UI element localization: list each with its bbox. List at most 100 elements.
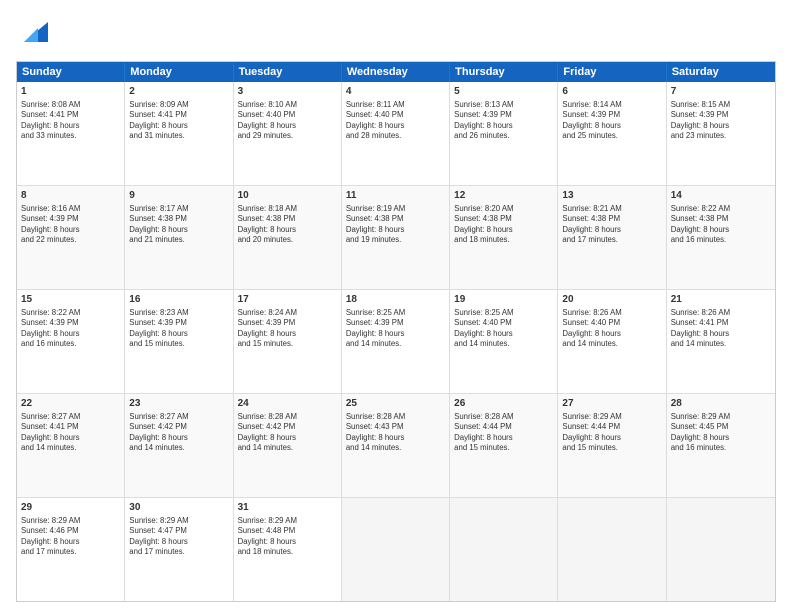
- day-info: and 15 minutes.: [238, 339, 293, 348]
- day-number: 30: [129, 501, 228, 515]
- day-info: and 33 minutes.: [21, 131, 76, 140]
- calendar: SundayMondayTuesdayWednesdayThursdayFrid…: [16, 61, 776, 602]
- calendar-cell: 16Sunrise: 8:23 AMSunset: 4:39 PMDayligh…: [125, 290, 233, 393]
- day-info: and 20 minutes.: [238, 235, 293, 244]
- day-info: Sunset: 4:40 PM: [454, 318, 512, 327]
- day-info: Daylight: 8 hours: [129, 537, 188, 546]
- day-info: Daylight: 8 hours: [562, 121, 621, 130]
- calendar-cell: 18Sunrise: 8:25 AMSunset: 4:39 PMDayligh…: [342, 290, 450, 393]
- calendar-cell: [450, 498, 558, 601]
- header: [16, 16, 776, 51]
- logo-icon: [20, 18, 48, 51]
- day-info: Sunrise: 8:21 AM: [562, 204, 621, 213]
- day-info: Daylight: 8 hours: [21, 537, 80, 546]
- day-info: Daylight: 8 hours: [562, 329, 621, 338]
- day-info: Daylight: 8 hours: [562, 225, 621, 234]
- day-info: Sunset: 4:44 PM: [562, 422, 620, 431]
- day-info: Sunset: 4:39 PM: [21, 318, 79, 327]
- day-info: Sunrise: 8:26 AM: [562, 308, 621, 317]
- day-info: Sunrise: 8:14 AM: [562, 100, 621, 109]
- day-info: Sunset: 4:41 PM: [671, 318, 729, 327]
- day-info: Daylight: 8 hours: [129, 329, 188, 338]
- calendar-cell: 28Sunrise: 8:29 AMSunset: 4:45 PMDayligh…: [667, 394, 775, 497]
- day-info: Daylight: 8 hours: [238, 537, 297, 546]
- day-info: Sunrise: 8:26 AM: [671, 308, 730, 317]
- day-info: Daylight: 8 hours: [21, 225, 80, 234]
- day-info: Sunrise: 8:28 AM: [238, 412, 297, 421]
- day-info: Sunrise: 8:13 AM: [454, 100, 513, 109]
- day-info: Sunset: 4:43 PM: [346, 422, 404, 431]
- day-number: 16: [129, 293, 228, 307]
- day-info: Sunset: 4:39 PM: [346, 318, 404, 327]
- day-info: Sunrise: 8:22 AM: [21, 308, 80, 317]
- day-number: 14: [671, 189, 771, 203]
- day-info: Daylight: 8 hours: [129, 225, 188, 234]
- day-number: 6: [562, 85, 661, 99]
- day-info: Sunset: 4:40 PM: [562, 318, 620, 327]
- calendar-cell: 25Sunrise: 8:28 AMSunset: 4:43 PMDayligh…: [342, 394, 450, 497]
- day-info: Daylight: 8 hours: [238, 433, 297, 442]
- day-info: Sunset: 4:38 PM: [671, 214, 729, 223]
- day-number: 8: [21, 189, 120, 203]
- day-info: Daylight: 8 hours: [671, 121, 730, 130]
- calendar-cell: 20Sunrise: 8:26 AMSunset: 4:40 PM Dayligh…: [558, 290, 666, 393]
- day-info: Sunset: 4:48 PM: [238, 526, 296, 535]
- day-info: Daylight: 8 hours: [21, 121, 80, 130]
- day-info: Daylight: 8 hours: [346, 433, 405, 442]
- day-info: Sunset: 4:38 PM: [129, 214, 187, 223]
- day-info: Daylight: 8 hours: [562, 433, 621, 442]
- day-info: Sunrise: 8:29 AM: [129, 516, 188, 525]
- calendar-row-1: 1Sunrise: 8:08 AMSunset: 4:41 PMDaylight…: [17, 82, 775, 185]
- day-info: Sunset: 4:39 PM: [454, 110, 512, 119]
- day-info: Sunrise: 8:20 AM: [454, 204, 513, 213]
- calendar-cell: 21Sunrise: 8:26 AMSunset: 4:41 PMDayligh…: [667, 290, 775, 393]
- page: SundayMondayTuesdayWednesdayThursdayFrid…: [0, 0, 792, 612]
- header-day-tuesday: Tuesday: [234, 62, 342, 82]
- day-number: 5: [454, 85, 553, 99]
- calendar-cell: 30Sunrise: 8:29 AMSunset: 4:47 PM Dayligh…: [125, 498, 233, 601]
- day-info: Sunset: 4:40 PM: [346, 110, 404, 119]
- calendar-cell: 13Sunrise: 8:21 AMSunset: 4:38 PMDayligh…: [558, 186, 666, 289]
- day-info: Sunset: 4:45 PM: [671, 422, 729, 431]
- day-info: and 16 minutes.: [671, 235, 726, 244]
- day-info: Sunrise: 8:27 AM: [129, 412, 188, 421]
- day-info: Sunset: 4:40 PM: [238, 110, 296, 119]
- day-info: and 14 minutes.: [454, 339, 509, 348]
- day-info: and 15 minutes.: [454, 443, 509, 452]
- day-info: Daylight: 8 hours: [454, 225, 513, 234]
- calendar-cell: 7Sunrise: 8:15 AMSunset: 4:39 PMDaylight…: [667, 82, 775, 185]
- day-info: Daylight: 8 hours: [21, 433, 80, 442]
- calendar-cell: 14Sunrise: 8:22 AMSunset: 4:38 PMDayligh…: [667, 186, 775, 289]
- day-info: Sunset: 4:47 PM: [129, 526, 187, 535]
- day-number: 26: [454, 397, 553, 411]
- day-info: Daylight: 8 hours: [238, 121, 297, 130]
- calendar-cell: 9Sunrise: 8:17 AMSunset: 4:38 PMDaylight…: [125, 186, 233, 289]
- day-info: and 19 minutes.: [346, 235, 401, 244]
- day-info: and 21 minutes.: [129, 235, 184, 244]
- day-number: 2: [129, 85, 228, 99]
- header-day-saturday: Saturday: [667, 62, 775, 82]
- calendar-cell: 2Sunrise: 8:09 AMSunset: 4:41 PMDaylight…: [125, 82, 233, 185]
- day-info: Sunset: 4:39 PM: [129, 318, 187, 327]
- day-info: Daylight: 8 hours: [454, 433, 513, 442]
- day-info: and 23 minutes.: [671, 131, 726, 140]
- calendar-cell: [342, 498, 450, 601]
- day-number: 17: [238, 293, 337, 307]
- day-number: 12: [454, 189, 553, 203]
- day-number: 25: [346, 397, 445, 411]
- calendar-cell: 22Sunrise: 8:27 AMSunset: 4:41 PMDayligh…: [17, 394, 125, 497]
- day-info: and 15 minutes.: [562, 443, 617, 452]
- day-number: 20: [562, 293, 661, 307]
- day-info: Sunset: 4:41 PM: [21, 422, 79, 431]
- calendar-body: 1Sunrise: 8:08 AMSunset: 4:41 PMDaylight…: [17, 82, 775, 601]
- day-info: Daylight: 8 hours: [454, 121, 513, 130]
- calendar-cell: 27Sunrise: 8:29 AMSunset: 4:44 PMDayligh…: [558, 394, 666, 497]
- day-info: Sunset: 4:38 PM: [238, 214, 296, 223]
- calendar-row-4: 22Sunrise: 8:27 AMSunset: 4:41 PMDayligh…: [17, 393, 775, 497]
- day-info: and 14 minutes.: [562, 339, 617, 348]
- day-number: 13: [562, 189, 661, 203]
- calendar-row-2: 8Sunrise: 8:16 AMSunset: 4:39 PMDaylight…: [17, 185, 775, 289]
- day-info: and 14 minutes.: [238, 443, 293, 452]
- day-info: and 18 minutes.: [238, 547, 293, 556]
- day-info: Sunrise: 8:17 AM: [129, 204, 188, 213]
